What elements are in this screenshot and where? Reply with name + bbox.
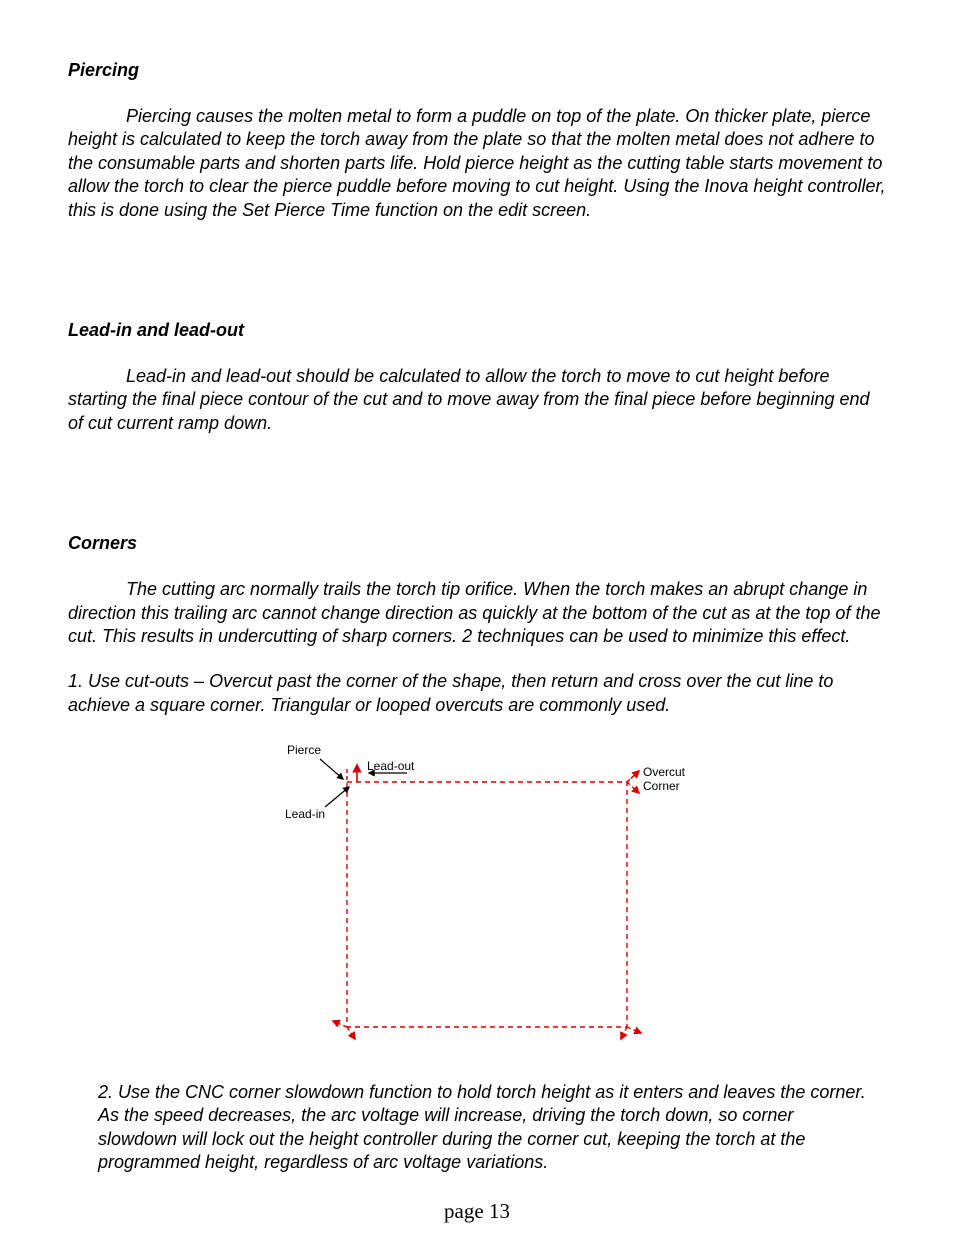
para-leadinout: Lead-in and lead-out should be calculate… (68, 365, 886, 435)
document-page: Piercing Piercing causes the molten meta… (0, 0, 954, 1254)
page-footer: page 13 (68, 1199, 886, 1224)
heading-piercing: Piercing (68, 60, 886, 81)
diagram-svg (277, 737, 677, 1057)
diagram-container: Pierce Lead-in Lead-out Overcut Corner (68, 737, 886, 1057)
overcut-diagram: Pierce Lead-in Lead-out Overcut Corner (277, 737, 677, 1057)
label-overcut-2: Corner (643, 779, 680, 793)
label-lead-in: Lead-in (285, 807, 325, 821)
para-corners-item1: 1. Use cut-outs – Overcut past the corne… (68, 670, 886, 717)
heading-corners: Corners (68, 533, 886, 554)
label-lead-out: Lead-out (367, 759, 414, 773)
para-corners-item2: 2. Use the CNC corner slowdown function … (98, 1081, 876, 1175)
label-overcut-1: Overcut (643, 765, 685, 779)
heading-leadinout: Lead-in and lead-out (68, 320, 886, 341)
label-pierce: Pierce (287, 743, 321, 757)
para-piercing: Piercing causes the molten metal to form… (68, 105, 886, 222)
para-corners-intro: The cutting arc normally trails the torc… (68, 578, 886, 648)
